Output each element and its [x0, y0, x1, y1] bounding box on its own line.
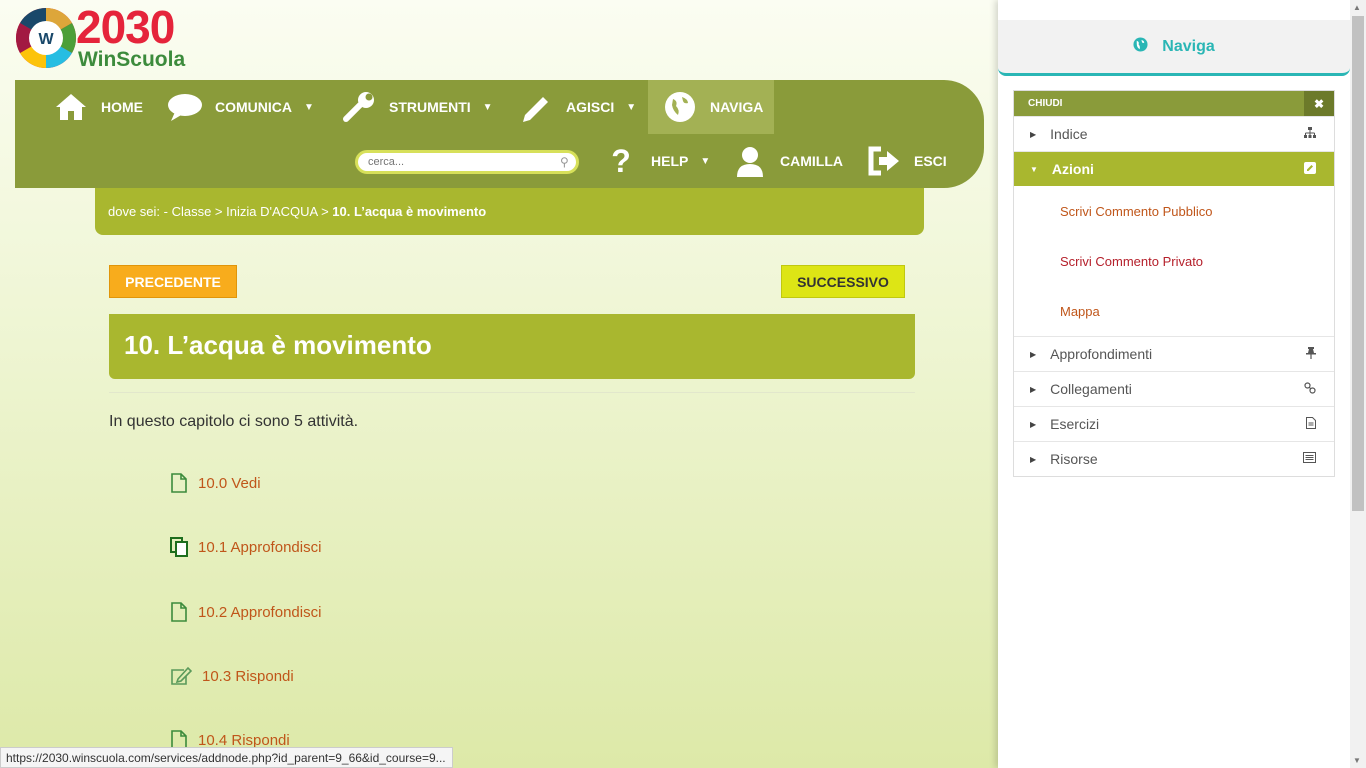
- wrench-icon: [341, 91, 377, 123]
- activity-label: 10.2 Approfondisci: [198, 603, 322, 621]
- pencil-icon: [518, 91, 554, 123]
- logo-year: 2030: [76, 1, 175, 53]
- menu-item-label: Azioni: [1051, 161, 1094, 177]
- caret-right-icon: ▶: [1030, 384, 1037, 394]
- chevron-down-icon: ▼: [304, 101, 314, 113]
- menu-item-label: Esercizi: [1050, 416, 1100, 432]
- nav-strumenti[interactable]: STRUMENTI ▼: [341, 80, 493, 134]
- document-icon: [169, 602, 189, 622]
- nav-user[interactable]: CAMILLA: [732, 134, 843, 188]
- sign-out-icon: [866, 145, 902, 177]
- home-icon: [53, 91, 89, 123]
- sdg-wheel-icon: W: [15, 7, 77, 69]
- speech-bubble-icon: [167, 91, 203, 123]
- menu-item-label: Collegamenti: [1050, 381, 1132, 397]
- submenu-mappa[interactable]: Mappa: [1014, 286, 1334, 336]
- menu-item-esercizi[interactable]: ▶ Esercizi: [1014, 406, 1334, 441]
- breadcrumb: dove sei: - Classe > Inizia D'ACQUA > 10…: [95, 188, 924, 235]
- panel-menu: CHIUDI ✖ ▶ Indice ▼ Azioni Scrivi Commen…: [1013, 90, 1335, 477]
- status-bar-url: https://2030.winscuola.com/services/addn…: [0, 747, 453, 768]
- nav-user-label: CAMILLA: [780, 153, 843, 169]
- menu-item-risorse[interactable]: ▶ Risorse: [1014, 441, 1334, 476]
- globe-icon: [1133, 37, 1148, 56]
- breadcrumb-path[interactable]: dove sei: - Classe > Inizia D'ACQUA >: [108, 204, 332, 219]
- search-input[interactable]: [355, 150, 579, 174]
- nav-strumenti-label: STRUMENTI: [389, 99, 471, 115]
- nav-agisci[interactable]: AGISCI ▼: [518, 80, 636, 134]
- panel-header: Naviga: [998, 20, 1350, 76]
- next-button[interactable]: SUCCESSIVO: [781, 265, 905, 298]
- menu-item-label: Risorse: [1050, 451, 1098, 467]
- divider: [109, 392, 915, 393]
- activity-label: 10.1 Approfondisci: [198, 538, 322, 556]
- caret-right-icon: ▶: [1030, 419, 1037, 429]
- chevron-down-icon: ▼: [482, 101, 493, 113]
- caret-right-icon: ▶: [1030, 349, 1037, 359]
- chevron-down-icon: ▼: [626, 101, 637, 113]
- file-text-icon: [1306, 416, 1316, 432]
- pushpin-icon: [1306, 346, 1316, 362]
- activity-link[interactable]: 10.2 Approfondisci: [169, 602, 321, 622]
- caret-right-icon: ▶: [1030, 129, 1037, 139]
- menu-item-label: Approfondimenti: [1050, 346, 1153, 362]
- caret-right-icon: ▶: [1030, 454, 1037, 464]
- naviga-panel: Naviga CHIUDI ✖ ▶ Indice ▼ Azioni Scrivi…: [998, 0, 1350, 768]
- menu-item-azioni[interactable]: ▼ Azioni: [1014, 151, 1334, 186]
- nav-help-label: HELP: [651, 153, 689, 169]
- nav-home[interactable]: HOME: [53, 80, 143, 134]
- menu-item-indice[interactable]: ▶ Indice: [1014, 116, 1334, 151]
- scrollbar[interactable]: ▲ ▼: [1350, 0, 1366, 768]
- logo-name: WinScuola: [78, 48, 186, 71]
- nav-esci[interactable]: ESCI: [866, 134, 947, 188]
- nav-naviga-label: NAVIGA: [710, 99, 764, 115]
- panel-title: Naviga: [1162, 37, 1215, 55]
- menu-item-collegamenti[interactable]: ▶ Collegamenti: [1014, 371, 1334, 406]
- chapter-title: 10. L’acqua è movimento: [109, 314, 915, 379]
- scroll-down-icon[interactable]: ▼: [1353, 756, 1361, 765]
- activity-link[interactable]: 10.0 Vedi: [169, 473, 261, 493]
- chapter-intro: In questo capitolo ci sono 5 attività.: [109, 413, 359, 430]
- submenu-commento-pubblico[interactable]: Scrivi Commento Pubblico: [1014, 186, 1334, 236]
- close-label[interactable]: CHIUDI: [1028, 98, 1062, 109]
- nav-home-label: HOME: [101, 99, 143, 115]
- winscuola-logo[interactable]: W 2030 WinScuola: [14, 1, 214, 72]
- activity-label: 10.0 Vedi: [198, 474, 261, 492]
- submenu-commento-privato[interactable]: Scrivi Commento Privato: [1014, 236, 1334, 286]
- menu-item-approfondimenti[interactable]: ▶ Approfondimenti: [1014, 336, 1334, 371]
- edit-square-icon: [1304, 161, 1316, 177]
- activity-link[interactable]: 10.3 Rispondi: [169, 666, 294, 686]
- search-icon[interactable]: ⚲: [560, 155, 569, 169]
- logo-wheel-letter: W: [38, 31, 54, 48]
- menu-item-label: Indice: [1050, 126, 1088, 142]
- nav-naviga[interactable]: NAVIGA: [648, 80, 774, 134]
- activity-link[interactable]: 10.1 Approfondisci: [169, 537, 321, 557]
- activity-label: 10.4 Rispondi: [198, 731, 290, 749]
- nav-esci-label: ESCI: [914, 153, 947, 169]
- link-icon: [1304, 381, 1316, 397]
- edit-icon: [169, 666, 193, 686]
- nav-help[interactable]: ? HELP ▼: [603, 134, 710, 188]
- nav-agisci-label: AGISCI: [566, 99, 615, 115]
- activity-label: 10.3 Rispondi: [202, 667, 294, 685]
- copy-icon: [169, 537, 189, 557]
- list-alt-icon: [1303, 452, 1316, 466]
- question-mark-icon: ?: [611, 142, 631, 179]
- scroll-up-icon[interactable]: ▲: [1353, 3, 1361, 12]
- globe-icon: [662, 91, 698, 123]
- breadcrumb-current: 10. L’acqua è movimento: [332, 204, 487, 219]
- chevron-down-icon: ▼: [700, 155, 711, 167]
- main-navbar: HOME COMUNICA ▼ STRUMENTI ▼ AGISCI ▼ NAV…: [15, 80, 984, 188]
- previous-button[interactable]: PRECEDENTE: [109, 265, 237, 298]
- caret-down-icon: ▼: [1030, 164, 1038, 174]
- scrollbar-thumb[interactable]: [1352, 16, 1364, 511]
- azioni-submenu: Scrivi Commento Pubblico Scrivi Commento…: [1014, 186, 1334, 336]
- nav-comunica[interactable]: COMUNICA ▼: [167, 80, 314, 134]
- user-icon: [732, 145, 768, 177]
- document-icon: [169, 473, 189, 493]
- menu-header: CHIUDI ✖: [1014, 91, 1334, 116]
- nav-comunica-label: COMUNICA: [215, 99, 292, 115]
- close-icon[interactable]: ✖: [1304, 91, 1334, 116]
- sitemap-icon: [1304, 127, 1316, 141]
